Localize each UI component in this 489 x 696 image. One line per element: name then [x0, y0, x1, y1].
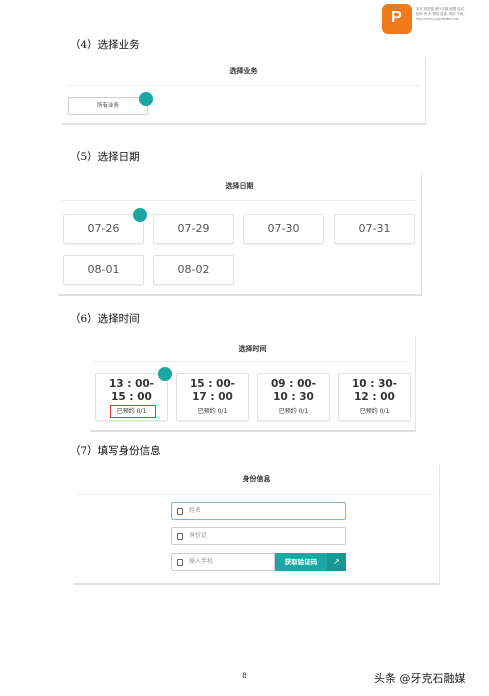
- get-code-button[interactable]: 获取验证码: [275, 553, 327, 571]
- external-link-icon[interactable]: ↗: [327, 553, 346, 571]
- id-card-placeholder: 身份证: [189, 532, 208, 539]
- phone-icon: [177, 559, 183, 566]
- time-slot-status: 已预约 0/1: [278, 408, 309, 415]
- section-heading-business: （4）选择业务: [70, 39, 140, 51]
- date-option[interactable]: 07-29: [153, 214, 234, 244]
- divider: [78, 494, 435, 495]
- phone-placeholder: 输入手机: [189, 558, 214, 565]
- id-card-field[interactable]: 身份证: [171, 527, 346, 545]
- time-slot-start: 10 : 30-: [351, 378, 398, 390]
- logo-letter: P: [391, 9, 402, 26]
- touch-indicator: [139, 92, 153, 106]
- business-panel-title: 选择业务: [229, 67, 258, 75]
- time-slot[interactable]: 15 : 00- 17 : 00 已预约 0/1: [176, 373, 249, 421]
- time-slot-end: 12 : 00: [354, 391, 395, 403]
- time-slot-start: 13 : 00-: [108, 378, 155, 390]
- section-heading-date: （5）选择日期: [70, 151, 140, 163]
- date-option[interactable]: 08-02: [153, 255, 234, 285]
- app-logo: P: [382, 4, 412, 34]
- time-slot-end: 10 : 30: [273, 391, 314, 403]
- name-field[interactable]: 姓名: [171, 502, 346, 520]
- time-slot[interactable]: 13 : 00- 15 : 00 已预约 0/1: [95, 373, 168, 421]
- date-option[interactable]: 07-31: [334, 214, 415, 244]
- time-slot-end: 17 : 00: [192, 391, 233, 403]
- id-card-icon: [177, 533, 183, 540]
- touch-indicator: [158, 367, 172, 381]
- date-option[interactable]: 07-30: [243, 214, 324, 244]
- section-heading-time: （6）选择时间: [70, 313, 140, 325]
- source-credit: 头条 @牙克石融媒: [374, 672, 466, 685]
- time-slot-status: 已预约 0/1: [359, 408, 390, 415]
- identity-panel-title: 身份信息: [242, 475, 271, 483]
- time-panel-title: 选择时间: [238, 345, 267, 353]
- time-slot-start: 15 : 00-: [189, 378, 236, 390]
- name-placeholder: 姓名: [189, 507, 202, 514]
- divider: [66, 85, 421, 86]
- person-icon: [177, 508, 183, 515]
- time-slot-start: 09 : 00-: [270, 378, 317, 390]
- time-slot-status: 已预约 0/1: [197, 408, 228, 415]
- time-slot[interactable]: 10 : 30- 12 : 00 已预约 0/1: [338, 373, 411, 421]
- section-heading-identity: （7）填写身份信息: [70, 445, 161, 457]
- business-select[interactable]: 所有业务: [68, 97, 148, 115]
- time-slot[interactable]: 09 : 00- 10 : 30 已预约 0/1: [257, 373, 330, 421]
- date-option[interactable]: 07-26: [63, 214, 144, 244]
- date-option[interactable]: 08-01: [63, 255, 144, 285]
- divider: [62, 200, 417, 201]
- watermark-line: http://www.p.cupdfeditor.com: [416, 17, 460, 21]
- touch-indicator: [133, 208, 147, 222]
- phone-field[interactable]: 输入手机: [171, 553, 275, 571]
- time-slot-end: 15 : 00: [111, 391, 152, 403]
- date-panel-title: 选择日期: [225, 182, 254, 190]
- highlight-box: [110, 405, 156, 418]
- divider: [94, 361, 411, 362]
- watermark-text: 本文 档是整 册PDF格 威图 自成, 如你 有 大 侵权 或误..清的 下段;…: [416, 7, 465, 22]
